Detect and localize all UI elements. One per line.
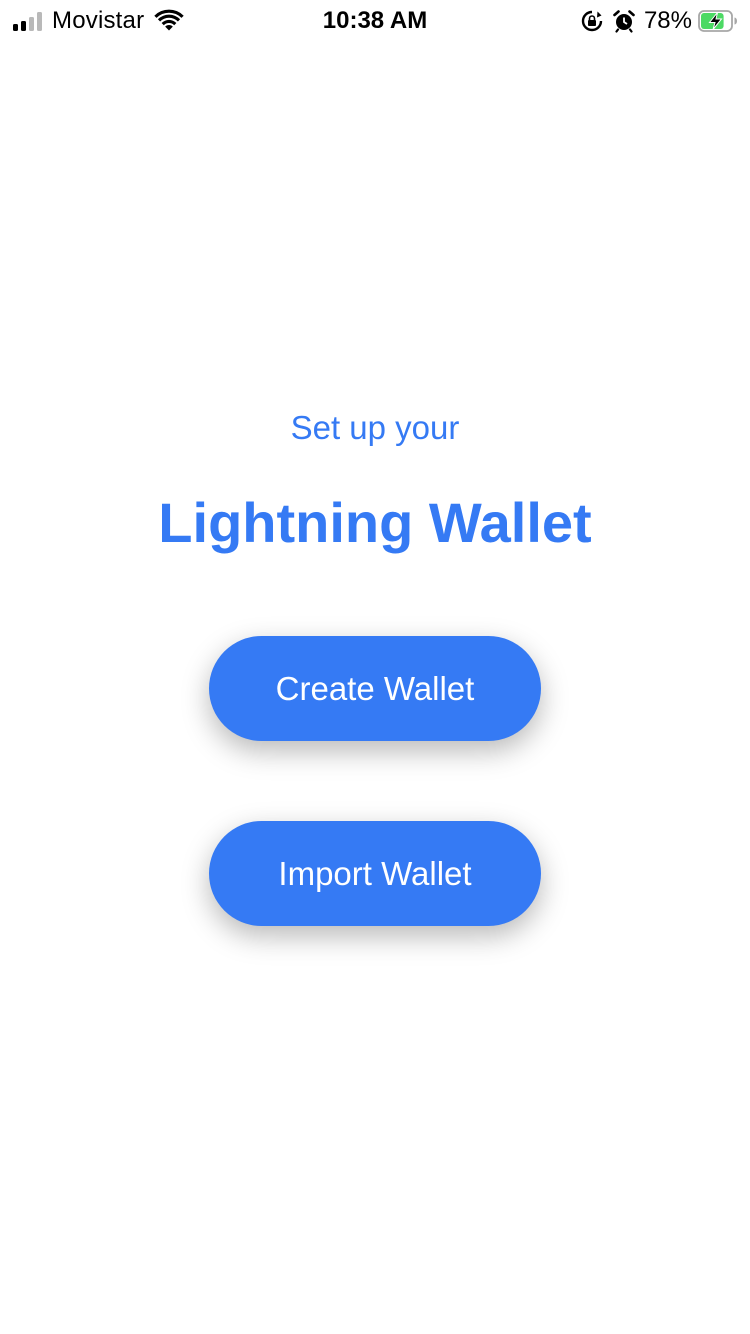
battery-charging-icon	[698, 10, 737, 32]
status-bar: Movistar 10:38 AM 78%	[0, 0, 750, 40]
setup-title: Lightning Wallet	[158, 491, 592, 554]
import-wallet-button[interactable]: Import Wallet	[209, 821, 541, 926]
orientation-lock-icon	[581, 10, 603, 32]
alarm-icon	[613, 10, 635, 33]
setup-subtitle: Set up your	[290, 409, 460, 446]
status-bar-right: 78%	[580, 6, 738, 36]
create-wallet-button[interactable]: Create Wallet	[209, 636, 541, 741]
battery-percentage: 78%	[643, 7, 692, 34]
setup-screen: Movistar 10:38 AM 78% Set up your Lightn…	[0, 0, 750, 1334]
